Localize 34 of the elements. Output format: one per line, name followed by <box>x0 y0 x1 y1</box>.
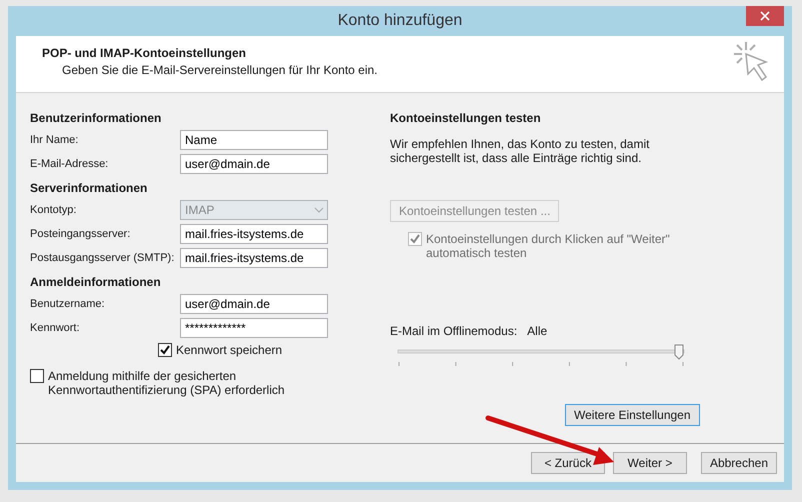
section-heading: Kontoeinstellungen testen <box>390 111 542 125</box>
page-subtitle: Geben Sie die E-Mail-Servereinstellungen für Ihr Konto ein. <box>61 63 378 77</box>
section-heading: Benutzerinformationen <box>30 111 162 125</box>
close-icon <box>760 11 770 21</box>
input-field[interactable]: mail.fries-itsystems.de <box>180 248 328 268</box>
remember-password-checkbox[interactable]: Kennwort speichern <box>158 343 378 357</box>
window-title: Konto hinzufügen <box>338 12 462 30</box>
field-label: Kennwort: <box>30 322 81 334</box>
footer-button[interactable]: Abbrechen <box>700 452 777 474</box>
input-field[interactable]: ************* <box>180 318 328 338</box>
section-heading: Serverinformationen <box>30 181 148 195</box>
input-field[interactable]: user@dmain.de <box>180 154 328 174</box>
check-icon <box>410 234 420 244</box>
close-button[interactable] <box>746 6 784 26</box>
field-label: Posteingangsserver: <box>30 228 132 240</box>
field-label: Postausgangsserver (SMTP): <box>30 252 176 264</box>
field-label: Ihr Name: <box>30 134 80 146</box>
slider-thumb[interactable] <box>674 344 684 360</box>
field-label: Kontotyp: <box>30 204 78 216</box>
input-field[interactable]: Name <box>180 130 328 150</box>
field-label: E-Mail-Adresse: <box>30 158 110 170</box>
page-heading: POP- und IMAP-Kontoeinstellungen <box>42 46 247 60</box>
footer-button[interactable]: < Zurück <box>530 452 605 474</box>
more-settings-button[interactable]: Weitere Einstellungen <box>565 404 700 426</box>
input-field[interactable]: mail.fries-itsystems.de <box>180 224 328 244</box>
input-field[interactable]: user@dmain.de <box>180 294 328 314</box>
section-heading: Anmeldeinformationen <box>30 275 162 289</box>
footer-button[interactable]: Weiter > <box>612 452 687 474</box>
offline-label: E-Mail im Offlinemodus: <box>390 324 518 338</box>
check-icon <box>160 345 170 355</box>
description-text: Wir empfehlen Ihnen, das Konto zu testen, damit sichergestellt ist, dass alle Einträge richtig sind. <box>390 137 650 165</box>
spa-checkbox[interactable]: Anmeldung mithilfe der gesicherten Kennwortauthentifizierung (SPA) erforderlich <box>30 369 300 397</box>
offline-value: Alle <box>527 324 548 338</box>
field-label: Benutzername: <box>30 298 106 310</box>
